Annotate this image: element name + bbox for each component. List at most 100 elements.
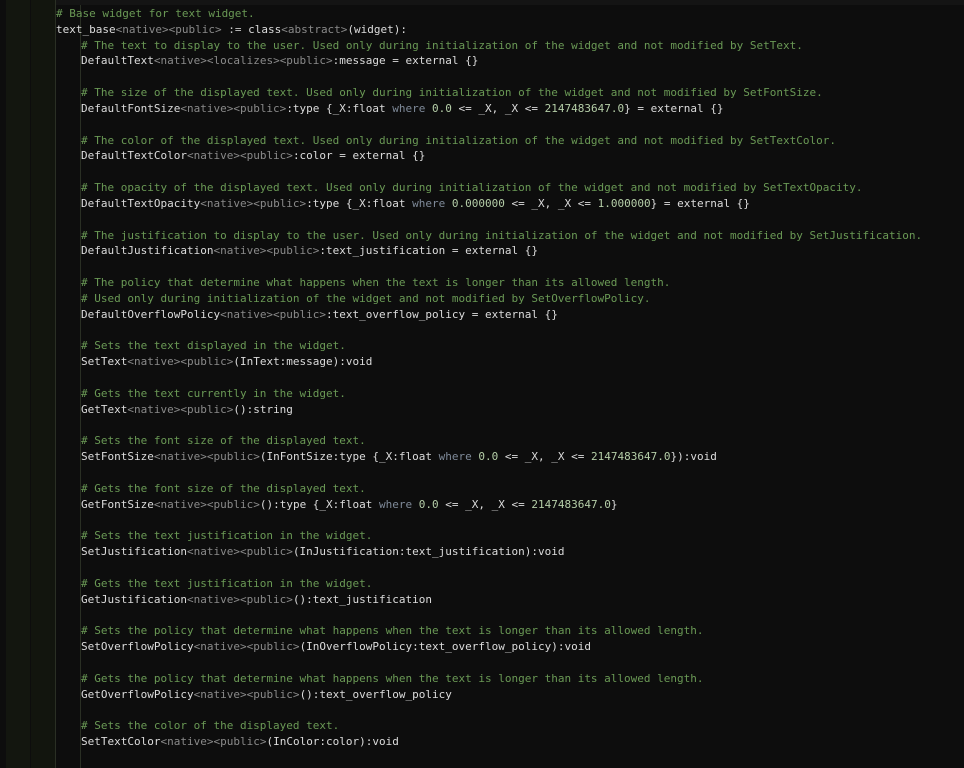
code-line-text: # Sets the color of the displayed text. [81, 718, 339, 734]
code-line[interactable]: SetFontSize<native><public>(InFontSize:t… [0, 449, 964, 465]
code-token: <= _X, _X <= [504, 450, 591, 464]
code-line[interactable]: SetOverflowPolicy<native><public>(InOver… [0, 639, 964, 655]
code-token: # Used only during initialization of the… [81, 291, 651, 305]
code-line[interactable]: SetTextColor<native><public>(InColor:col… [0, 734, 964, 750]
code-line[interactable]: # The text to display to the user. Used … [0, 38, 964, 54]
code-line[interactable]: # Gets the policy that determine what ha… [0, 671, 964, 687]
code-token: SetFontSize [81, 450, 154, 464]
code-editor[interactable]: # Base widget for text widget. text_base<… [0, 0, 964, 768]
code-token: GetOverflowPolicy [81, 687, 194, 701]
code-line[interactable] [0, 513, 964, 529]
code-line[interactable]: # The justification to display to the us… [0, 228, 964, 244]
code-token: 2147483647.0 [544, 101, 625, 115]
code-token: GetText [81, 402, 128, 416]
code-line[interactable] [0, 465, 964, 481]
code-line[interactable] [0, 212, 964, 228]
code-token: (InOverflowPolicy:text_overflow_policy):… [299, 640, 591, 654]
code-line[interactable]: # Used only during initialization of the… [0, 291, 964, 307]
code-token: # Sets the text justification in the wid… [81, 529, 373, 543]
code-line[interactable]: text_base<native><public> := class<abstr… [0, 22, 964, 38]
code-token: <native><public> [160, 735, 267, 749]
code-token: 0.0 [471, 450, 505, 464]
code-token: # Gets the font size of the displayed te… [81, 481, 366, 495]
code-token: } = external {} [650, 196, 750, 210]
code-token: SetText [81, 355, 128, 369]
code-line-text: DefaultOverflowPolicy<native><public>:te… [81, 307, 558, 323]
code-line[interactable] [0, 607, 964, 623]
code-line[interactable] [0, 418, 964, 434]
code-line-text: # Sets the text justification in the wid… [81, 528, 372, 544]
code-line[interactable] [0, 259, 964, 275]
code-line[interactable]: DefaultJustification<native><public>:tex… [0, 243, 964, 259]
code-lines[interactable]: # Base widget for text widget. text_base<… [0, 6, 964, 766]
code-line[interactable] [0, 655, 964, 671]
code-token: SetTextColor [81, 735, 161, 749]
code-line[interactable] [0, 117, 964, 133]
code-token: <native><public> [180, 101, 287, 115]
code-line[interactable]: DefaultTextOpacity<native><public>:type … [0, 196, 964, 212]
code-line[interactable]: # Gets the text currently in the widget. [0, 386, 964, 402]
code-line[interactable]: GetJustification<native><public>():text_… [0, 592, 964, 608]
code-line[interactable] [0, 370, 964, 386]
code-line[interactable]: # Gets the font size of the displayed te… [0, 481, 964, 497]
code-line[interactable] [0, 560, 964, 576]
code-token: DefaultTextOpacity [81, 196, 201, 210]
code-line[interactable] [0, 164, 964, 180]
code-token: 0.000000 [445, 196, 512, 210]
code-line[interactable]: # Base widget for text widget. [0, 6, 964, 22]
code-token: <native><public> [186, 545, 293, 559]
code-line[interactable]: DefaultTextColor<native><public>:color =… [0, 148, 964, 164]
code-token: <native><public> [193, 640, 300, 654]
code-token: := [221, 22, 249, 36]
code-line-text: SetTextColor<native><public>(InColor:col… [81, 734, 399, 750]
code-token: <native><public> [200, 196, 307, 210]
code-token: GetJustification [81, 592, 187, 606]
code-line[interactable]: DefaultOverflowPolicy<native><public>:te… [0, 307, 964, 323]
code-token: }):void [670, 450, 717, 464]
code-line[interactable]: GetOverflowPolicy<native><public>():text… [0, 687, 964, 703]
code-line-text: DefaultText<native><localizes><public>:m… [81, 53, 478, 69]
code-token: SetOverflowPolicy [81, 640, 194, 654]
code-line[interactable] [0, 69, 964, 85]
code-line[interactable]: # Sets the color of the displayed text. [0, 718, 964, 734]
code-line[interactable]: # The policy that determine what happens… [0, 275, 964, 291]
code-line[interactable]: # Sets the font size of the displayed te… [0, 433, 964, 449]
code-token: <= _X, _X <= [445, 497, 532, 511]
code-token: # The text to display to the user. Used … [81, 38, 803, 52]
code-line[interactable]: GetText<native><public>():string [0, 402, 964, 418]
code-token: # The justification to display to the us… [81, 228, 923, 242]
code-line[interactable]: # The color of the displayed text. Used … [0, 133, 964, 149]
code-token: ():string [233, 402, 293, 416]
code-token: <native><public> [115, 22, 222, 36]
code-token: :text_justification = external {} [319, 244, 538, 258]
code-token: # Gets the policy that determine what ha… [81, 671, 704, 685]
code-line-text: SetJustification<native><public>(InJusti… [81, 544, 564, 560]
code-token: :type {_X:float [306, 196, 413, 210]
code-token: GetFontSize [81, 497, 154, 511]
code-line[interactable]: GetFontSize<native><public>():type {_X:f… [0, 497, 964, 513]
code-line[interactable]: SetText<native><public>(InText:message):… [0, 354, 964, 370]
code-token: <= _X, _X <= [458, 101, 545, 115]
code-token: # The color of the displayed text. Used … [81, 133, 836, 147]
code-line[interactable] [0, 750, 964, 766]
code-line[interactable]: # The size of the displayed text. Used o… [0, 85, 964, 101]
code-line[interactable]: # Sets the text justification in the wid… [0, 528, 964, 544]
code-token: <native><public> [193, 687, 300, 701]
code-line[interactable] [0, 702, 964, 718]
code-line[interactable]: # The opacity of the displayed text. Use… [0, 180, 964, 196]
code-line-text: # Sets the font size of the displayed te… [81, 433, 366, 449]
code-token: # Sets the font size of the displayed te… [81, 434, 366, 448]
code-line[interactable]: SetJustification<native><public>(InJusti… [0, 544, 964, 560]
code-line-text: # Sets the text displayed in the widget. [81, 338, 346, 354]
code-line[interactable] [0, 323, 964, 339]
code-line[interactable]: # Sets the policy that determine what ha… [0, 623, 964, 639]
code-line[interactable]: # Sets the text displayed in the widget. [0, 338, 964, 354]
code-line-text: # The policy that determine what happens… [81, 275, 670, 291]
code-token: DefaultTextColor [81, 149, 187, 163]
code-token: # Gets the text currently in the widget. [81, 386, 346, 400]
code-line[interactable]: DefaultFontSize<native><public>:type {_X… [0, 101, 964, 117]
code-line[interactable]: # Gets the text justification in the wid… [0, 576, 964, 592]
code-token: <native><localizes><public> [153, 54, 333, 68]
code-line[interactable]: DefaultText<native><localizes><public>:m… [0, 53, 964, 69]
code-token: :text_overflow_policy = external {} [326, 307, 558, 321]
